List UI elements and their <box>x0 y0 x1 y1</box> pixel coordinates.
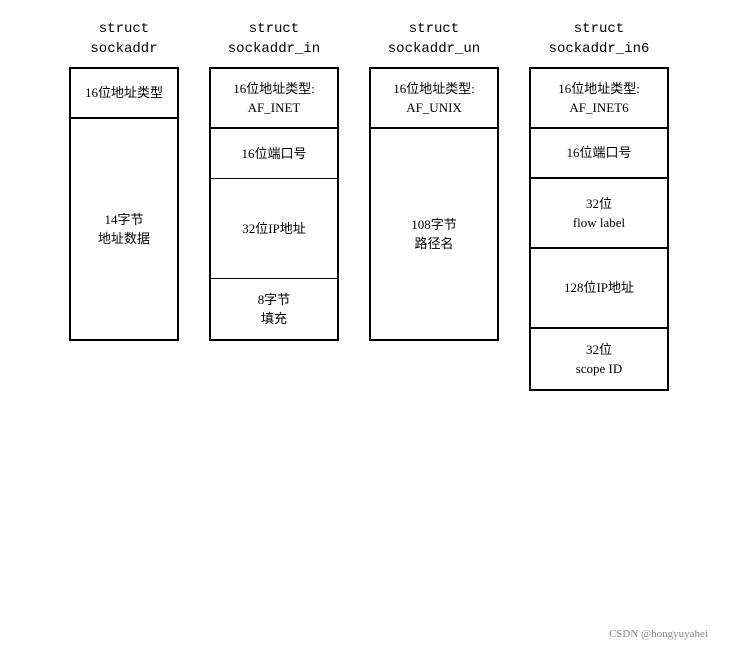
cell-sockaddr_in6-0: 16位地址类型: AF_INET6 <box>531 69 667 129</box>
cell-sockaddr_in6-2: 32位 flow label <box>531 179 667 249</box>
cell-sockaddr_in-2: 32位IP地址 <box>211 179 337 279</box>
struct-box-sockaddr_un: 16位地址类型: AF_UNIX108字节 路径名 <box>369 67 499 341</box>
struct-sockaddr_un: struct sockaddr_un 16位地址类型: AF_UNIX108字节 … <box>369 20 499 341</box>
cell-sockaddr_in-3: 8字节 填充 <box>211 279 337 339</box>
struct-sockaddr_in6: struct sockaddr_in6 16位地址类型: AF_INET616位端… <box>529 20 669 391</box>
struct-title-sockaddr_in: struct sockaddr_in <box>228 20 320 59</box>
diagram-container: struct sockaddr16位地址类型14字节 地址数据struct so… <box>10 20 728 391</box>
cell-sockaddr_in-1: 16位端口号 <box>211 129 337 179</box>
footer-credit: CSDN @hongyuyahei <box>10 618 728 640</box>
cell-sockaddr_in6-3: 128位IP地址 <box>531 249 667 329</box>
cell-sockaddr-0: 16位地址类型 <box>71 69 177 119</box>
cell-sockaddr_in6-4: 32位 scope ID <box>531 329 667 389</box>
cell-sockaddr_in6-1: 16位端口号 <box>531 129 667 179</box>
struct-title-sockaddr: struct sockaddr <box>90 20 157 59</box>
struct-box-sockaddr_in6: 16位地址类型: AF_INET616位端口号32位 flow label128… <box>529 67 669 391</box>
cell-sockaddr_in-0: 16位地址类型: AF_INET <box>211 69 337 129</box>
struct-sockaddr: struct sockaddr 16位地址类型14字节 地址数据 <box>69 20 179 341</box>
cell-sockaddr_un-1: 108字节 路径名 <box>371 129 497 339</box>
struct-box-sockaddr: 16位地址类型14字节 地址数据 <box>69 67 179 341</box>
struct-sockaddr_in: struct sockaddr_in 16位地址类型: AF_INET16位端口号… <box>209 20 339 341</box>
struct-box-sockaddr_in: 16位地址类型: AF_INET16位端口号32位IP地址8字节 填充 <box>209 67 339 341</box>
struct-title-sockaddr_in6: struct sockaddr_in6 <box>549 20 650 59</box>
struct-title-sockaddr_un: struct sockaddr_un <box>388 20 480 59</box>
cell-sockaddr_un-0: 16位地址类型: AF_UNIX <box>371 69 497 129</box>
cell-sockaddr-1: 14字节 地址数据 <box>71 119 177 339</box>
